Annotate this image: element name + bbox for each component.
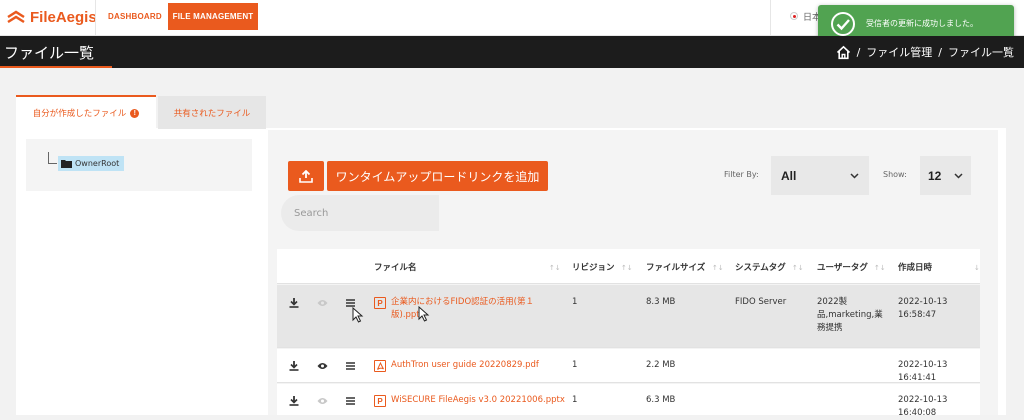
table-row[interactable]: P WiSECURE FileAegis v3.0 20221006.pptx … xyxy=(277,384,980,418)
upload-icon xyxy=(299,169,313,183)
column-header-revision[interactable]: リビジョン xyxy=(572,261,615,273)
nav-divider xyxy=(770,0,771,36)
table-header: ファイル名 ↑↓ リビジョン ↑↓ ファイルサイズ ↑↓ システムタグ ↑↓ ユ… xyxy=(277,249,980,284)
pptx-file-icon: P xyxy=(374,297,386,309)
eye-icon[interactable] xyxy=(317,395,328,406)
revision-cell: 1 xyxy=(572,395,578,405)
sort-icon[interactable]: ↑↓ xyxy=(874,264,886,272)
page-size-value: 12 xyxy=(928,168,942,183)
column-header-file-name[interactable]: ファイル名 xyxy=(374,261,417,273)
nav-file-management-link[interactable]: FILE MANAGEMENT xyxy=(168,3,258,30)
eye-icon[interactable] xyxy=(317,360,328,371)
file-name-link[interactable]: AuthTron user guide 20220829.pdf xyxy=(391,359,539,372)
file-size-cell: 6.3 MB xyxy=(646,395,676,405)
page-title: ファイル一覧 xyxy=(4,44,95,62)
nav-divider xyxy=(95,0,96,36)
file-name-cell: P 企業内におけるFIDO認証の活用(第１版).pptx xyxy=(374,296,541,322)
download-icon[interactable] xyxy=(288,395,299,406)
file-name-link[interactable]: 企業内におけるFIDO認証の活用(第１版).pptx xyxy=(391,296,541,322)
brand-logo[interactable]: FileAegis xyxy=(6,9,97,26)
show-label: Show: xyxy=(883,170,907,179)
eye-icon[interactable] xyxy=(317,297,328,308)
table-row[interactable]: P 企業内におけるFIDO認証の活用(第１版).pptx 1 8.3 MB FI… xyxy=(277,285,980,348)
folder-icon xyxy=(61,160,72,168)
filter-select[interactable]: All xyxy=(771,156,869,195)
brand-name: FileAegis xyxy=(30,9,97,26)
column-header-user-tag[interactable]: ユーザータグ xyxy=(817,261,868,273)
sort-icon[interactable]: ↑↓ xyxy=(792,264,804,272)
tree-connector xyxy=(48,152,49,163)
mouse-cursor-icon xyxy=(352,307,364,323)
revision-cell: 1 xyxy=(572,360,578,370)
tab-my-files[interactable]: 自分が作成したファイル ! xyxy=(16,95,156,129)
add-onetime-upload-link-button[interactable]: ワンタイムアップロードリンクを追加 xyxy=(327,161,548,191)
file-size-cell: 2.2 MB xyxy=(646,360,676,370)
chevron-down-icon xyxy=(850,172,859,179)
breadcrumb-file-list: ファイル一覧 xyxy=(948,46,1014,59)
mouse-cursor-icon xyxy=(418,306,430,322)
user-tag-cell: 2022製品,marketing,業務提携 xyxy=(817,297,883,333)
created-at-cell: 2022-10-13 16:41:41 xyxy=(898,360,948,383)
system-tag-cell: FIDO Server xyxy=(735,297,787,307)
tree-node-label: OwnerRoot xyxy=(75,159,120,168)
menu-icon[interactable] xyxy=(345,395,356,406)
file-size-cell: 8.3 MB xyxy=(646,297,676,307)
japan-flag-icon xyxy=(790,12,798,20)
nav-file-management-label: FILE MANAGEMENT xyxy=(172,12,254,21)
sort-icon[interactable]: ↑↓ xyxy=(621,264,633,272)
pptx-file-icon: P xyxy=(374,395,386,407)
menu-icon[interactable] xyxy=(345,360,356,371)
fileaegis-logo-icon xyxy=(7,10,25,23)
filter-value: All xyxy=(781,168,797,183)
upload-button[interactable] xyxy=(288,161,324,191)
page-header: ファイル一覧 / ファイル管理 / ファイル一覧 xyxy=(0,36,1024,68)
created-at-cell: 2022-10-13 16:40:08 xyxy=(898,395,948,418)
sort-icon[interactable]: ↑↓ xyxy=(712,264,724,272)
nav-dashboard-link[interactable]: DASHBOARD xyxy=(108,12,162,21)
tree-node-ownerroot[interactable]: OwnerRoot xyxy=(58,156,125,171)
sort-icon[interactable]: ↓ xyxy=(974,264,980,272)
breadcrumb: / ファイル管理 / ファイル一覧 xyxy=(836,44,1014,60)
breadcrumb-separator: / xyxy=(938,45,942,59)
add-onetime-upload-link-label: ワンタイムアップロードリンクを追加 xyxy=(335,169,540,184)
info-icon: ! xyxy=(130,108,140,118)
chevron-down-icon xyxy=(954,172,963,179)
column-header-system-tag[interactable]: システムタグ xyxy=(735,261,786,273)
breadcrumb-separator: / xyxy=(856,45,861,59)
home-icon[interactable] xyxy=(836,45,851,60)
tab-shared-files-label: 共有されたファイル xyxy=(173,108,251,119)
column-header-file-size[interactable]: ファイルサイズ xyxy=(646,261,705,273)
file-name-cell: AuthTron user guide 20220829.pdf xyxy=(374,359,539,372)
title-underline xyxy=(0,66,112,68)
table-row[interactable]: AuthTron user guide 20220829.pdf 1 2.2 M… xyxy=(277,349,980,383)
revision-cell: 1 xyxy=(572,297,578,307)
page-size-select[interactable]: 12 xyxy=(920,156,971,195)
created-at-cell: 2022-10-13 16:58:47 xyxy=(898,297,948,320)
breadcrumb-file-management[interactable]: ファイル管理 xyxy=(866,44,932,60)
check-circle-icon xyxy=(831,11,855,36)
file-name-link[interactable]: WiSECURE FileAegis v3.0 20221006.pptx xyxy=(391,394,565,407)
download-icon[interactable] xyxy=(288,297,299,308)
tab-shared-files[interactable]: 共有されたファイル xyxy=(158,96,266,129)
tab-my-files-label: 自分が作成したファイル xyxy=(32,109,127,119)
pdf-file-icon xyxy=(374,360,386,372)
sort-icon[interactable]: ↑↓ xyxy=(549,264,561,272)
download-icon[interactable] xyxy=(288,360,299,371)
filter-by-label: Filter By: xyxy=(724,170,759,179)
column-header-created-at[interactable]: 作成日時 xyxy=(898,261,932,273)
search-input[interactable] xyxy=(281,195,439,231)
file-name-cell: P WiSECURE FileAegis v3.0 20221006.pptx xyxy=(374,394,565,407)
tree-connector xyxy=(48,163,57,164)
toast-message: 受信者の更新に成功しました。 xyxy=(866,19,978,28)
